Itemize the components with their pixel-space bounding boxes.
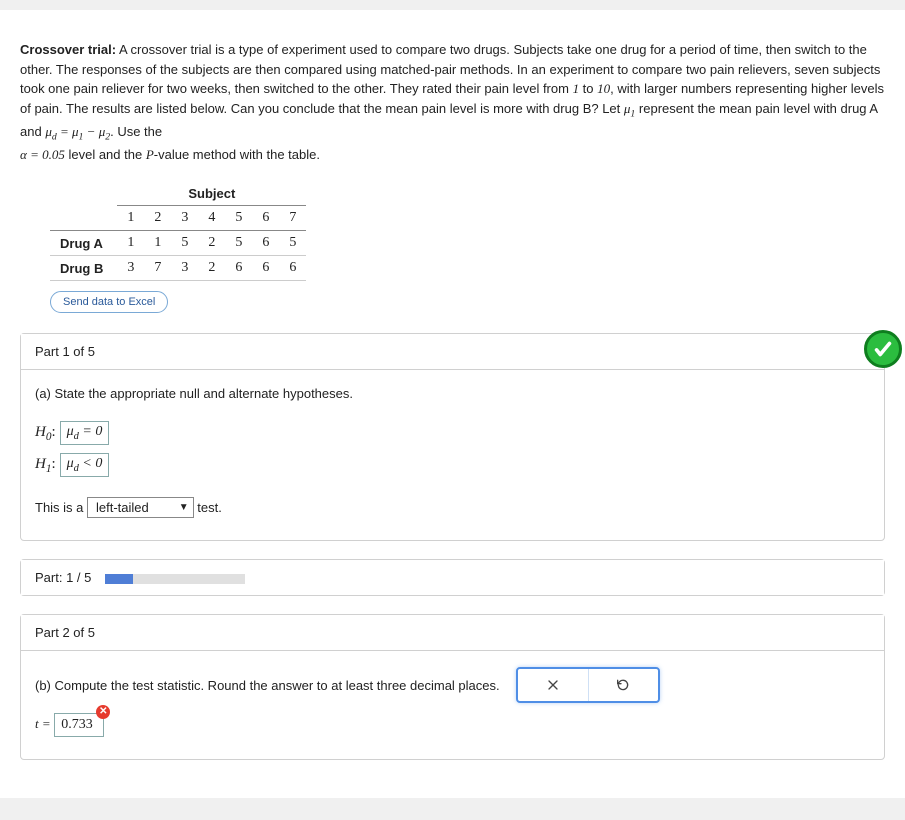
reset-button[interactable] xyxy=(588,669,658,701)
intro-lead: Crossover trial: xyxy=(20,42,116,57)
tail-type-select[interactable]: left-tailed ▼ xyxy=(87,497,194,518)
part1-panel: Part 1 of 5 (a) State the appropriate nu… xyxy=(20,333,885,541)
correct-check-icon xyxy=(864,330,902,368)
row-a-label: Drug A xyxy=(50,231,117,256)
part1-prompt: (a) State the appropriate null and alter… xyxy=(35,386,870,401)
progress-bar xyxy=(105,574,245,584)
part2-prompt: (b) Compute the test statistic. Round th… xyxy=(35,678,500,693)
row-b-label: Drug B xyxy=(50,256,117,281)
clear-button[interactable] xyxy=(518,669,588,701)
chevron-down-icon: ▼ xyxy=(179,502,189,513)
x-icon xyxy=(545,677,561,693)
answer-action-bar xyxy=(516,667,660,703)
progress-label: Part: 1 / 5 xyxy=(35,570,91,585)
part2-panel: Part 2 of 5 (b) Compute the test statist… xyxy=(20,614,885,760)
undo-icon xyxy=(615,677,631,693)
progress-panel: Part: 1 / 5 xyxy=(20,559,885,596)
incorrect-x-icon: ✕ xyxy=(96,705,110,719)
h1-answer: μd < 0 xyxy=(60,453,110,477)
problem-statement: Crossover trial: A crossover trial is a … xyxy=(20,40,885,164)
tail-type-value: left-tailed xyxy=(96,500,149,515)
t-label: t = xyxy=(35,716,51,731)
data-table: Subject 1 2 3 4 5 6 7 Drug A 1 1 5 2 5 6… xyxy=(50,182,306,281)
subject-header: Subject xyxy=(117,182,306,206)
send-to-excel-button[interactable]: Send data to Excel xyxy=(50,291,168,313)
progress-fill xyxy=(105,574,133,584)
part1-header: Part 1 of 5 xyxy=(35,344,95,359)
part2-header: Part 2 of 5 xyxy=(35,625,95,640)
h0-answer: μd = 0 xyxy=(60,421,110,445)
